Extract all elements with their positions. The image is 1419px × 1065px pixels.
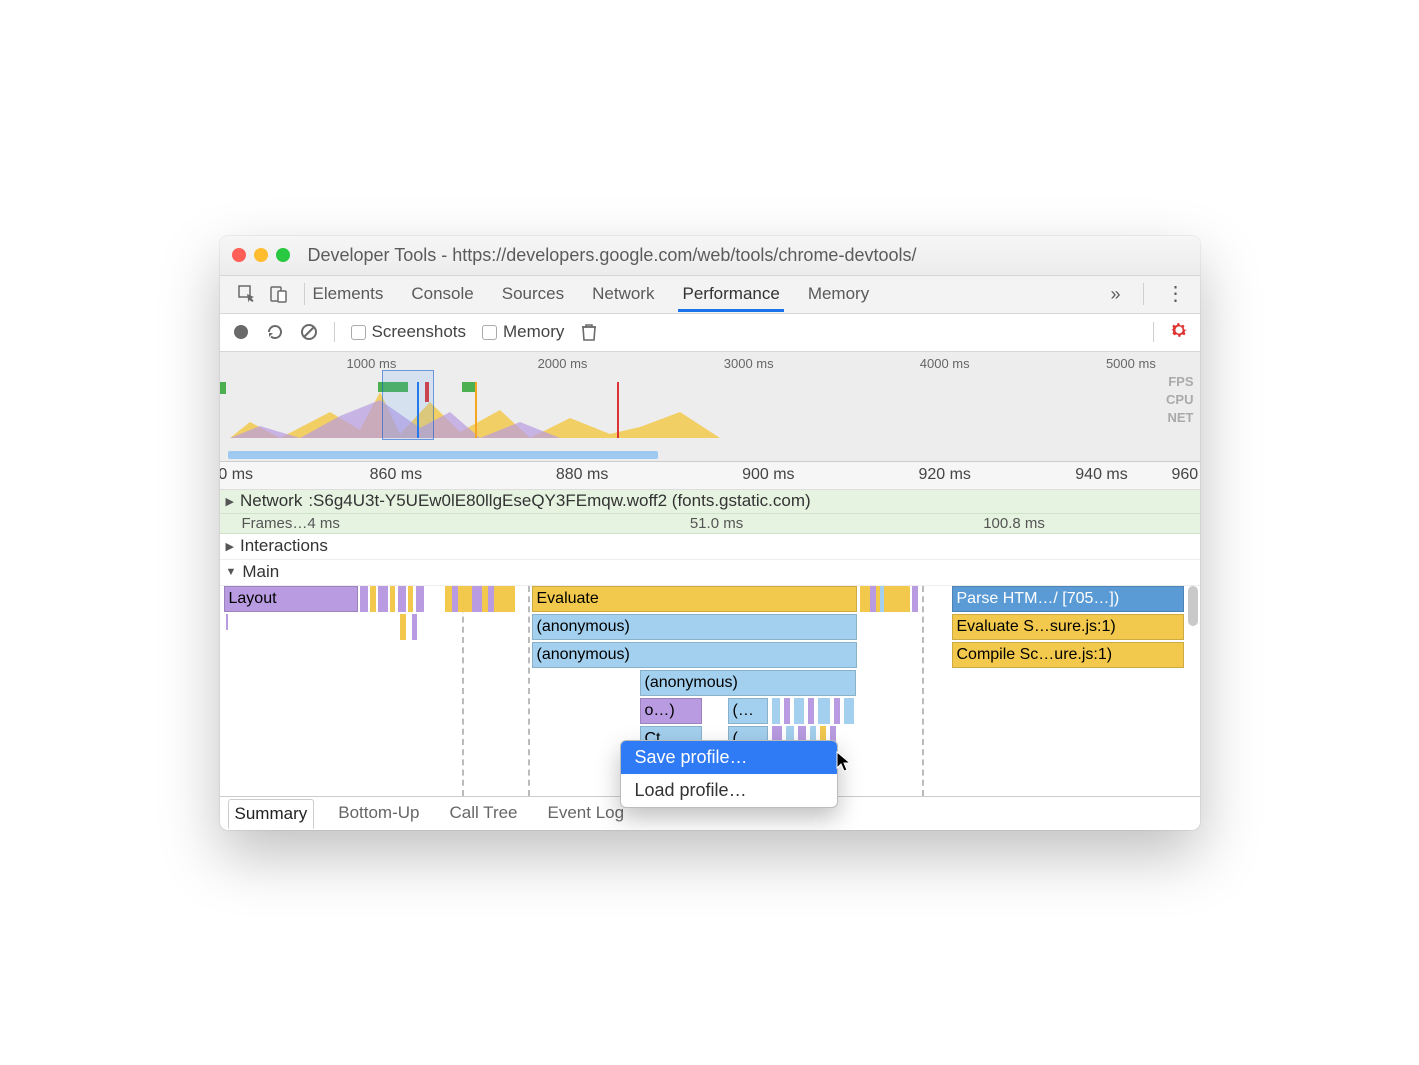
settings-gear-icon[interactable] [1170, 321, 1188, 344]
flamechart-ruler[interactable]: 40 ms 860 ms 880 ms 900 ms 920 ms 940 ms… [220, 462, 1200, 490]
tab-bottom-up[interactable]: Bottom-Up [332, 799, 425, 827]
flame-block-parse-html[interactable]: Parse HTM…/ [705…]) [952, 586, 1184, 612]
device-toolbar-icon[interactable] [270, 285, 288, 303]
separator [1153, 322, 1154, 342]
context-menu-item-load-profile[interactable]: Load profile… [621, 774, 837, 807]
tab-summary[interactable]: Summary [228, 799, 315, 829]
panel-tab-strip: Elements Console Sources Network Perform… [220, 276, 1200, 314]
devtools-window: Developer Tools - https://developers.goo… [220, 236, 1200, 830]
clear-icon[interactable] [300, 323, 318, 341]
context-menu-item-save-profile[interactable]: Save profile… [621, 741, 837, 774]
divider [304, 283, 305, 305]
network-request-text: :S6g4U3t-Y5UEw0lE80llgEseQY3FEmqw.woff2 … [308, 491, 810, 511]
kebab-menu-icon[interactable]: ⋮ [1166, 284, 1186, 304]
tab-elements[interactable]: Elements [311, 277, 386, 311]
screenshots-label: Screenshots [372, 322, 467, 342]
expand-triangle-icon[interactable]: ▶ [226, 540, 234, 553]
window-title: Developer Tools - https://developers.goo… [308, 245, 1188, 266]
flame-block-o[interactable]: o…) [640, 698, 702, 724]
tab-performance[interactable]: Performance [680, 277, 781, 311]
tab-memory[interactable]: Memory [806, 277, 871, 311]
inspect-element-icon[interactable] [238, 285, 256, 303]
flame-block-anonymous-2[interactable]: (anonymous) [532, 642, 857, 668]
record-icon[interactable] [232, 323, 250, 341]
traffic-lights [232, 248, 290, 262]
main-section-header[interactable]: ▼ Main [220, 560, 1200, 586]
overflow-tabs-button[interactable]: » [1110, 284, 1120, 305]
checkbox-icon [482, 325, 497, 340]
flame-block-anonymous-3[interactable]: (anonymous) [640, 670, 856, 696]
timeline-overview[interactable]: 1000 ms 2000 ms 3000 ms 4000 ms 5000 ms … [220, 352, 1200, 462]
zoom-window-button[interactable] [276, 248, 290, 262]
title-bar: Developer Tools - https://developers.goo… [220, 236, 1200, 276]
performance-toolbar: Screenshots Memory [220, 314, 1200, 352]
flame-block-evaluate[interactable]: Evaluate [532, 586, 857, 612]
flamechart[interactable]: ▶ Network :S6g4U3t-Y5UEw0lE80llgEseQY3FE… [220, 490, 1200, 796]
overview-graph [220, 382, 1200, 438]
divider [1143, 283, 1144, 305]
vertical-scrollbar[interactable] [1188, 586, 1198, 626]
tab-sources[interactable]: Sources [500, 277, 566, 311]
collapse-triangle-icon[interactable]: ▼ [226, 566, 237, 578]
screenshots-checkbox[interactable]: Screenshots [351, 322, 467, 342]
tab-console[interactable]: Console [409, 277, 475, 311]
tab-network[interactable]: Network [590, 277, 656, 311]
cursor-icon [836, 751, 854, 778]
tab-event-log[interactable]: Event Log [542, 799, 631, 827]
range-marker [922, 586, 924, 796]
flame-block-compile-script[interactable]: Compile Sc…ure.js:1) [952, 642, 1184, 668]
range-marker [528, 586, 530, 796]
memory-checkbox[interactable]: Memory [482, 322, 564, 342]
flame-block-evaluate-script[interactable]: Evaluate S…sure.js:1) [952, 614, 1184, 640]
network-label: Network [240, 491, 302, 511]
panel-tabs: Elements Console Sources Network Perform… [311, 277, 1111, 311]
flame-block-anonymous[interactable]: (anonymous) [532, 614, 857, 640]
frames-row: Frames…4 ms 51.0 ms 100.8 ms [220, 514, 1200, 534]
trash-icon[interactable] [580, 323, 598, 341]
close-window-button[interactable] [232, 248, 246, 262]
minimize-window-button[interactable] [254, 248, 268, 262]
interactions-section-header[interactable]: ▶ Interactions [220, 534, 1200, 560]
tab-call-tree[interactable]: Call Tree [443, 799, 523, 827]
main-label: Main [242, 562, 279, 582]
flame-block-layout[interactable]: Layout [224, 586, 358, 612]
interactions-label: Interactions [240, 536, 328, 556]
overview-selection[interactable] [382, 370, 434, 440]
range-marker [462, 586, 464, 796]
reload-icon[interactable] [266, 323, 284, 341]
separator [334, 322, 335, 342]
network-section-header[interactable]: ▶ Network :S6g4U3t-Y5UEw0lE80llgEseQY3FE… [220, 490, 1200, 514]
memory-label: Memory [503, 322, 564, 342]
checkbox-icon [351, 325, 366, 340]
overview-lane-labels: FPS CPU NET [1166, 374, 1193, 425]
context-menu: Save profile… Load profile… [620, 740, 838, 808]
overview-net-lane [228, 451, 658, 459]
flame-block-paren[interactable]: (… [728, 698, 768, 724]
expand-triangle-icon[interactable]: ▶ [226, 495, 234, 508]
